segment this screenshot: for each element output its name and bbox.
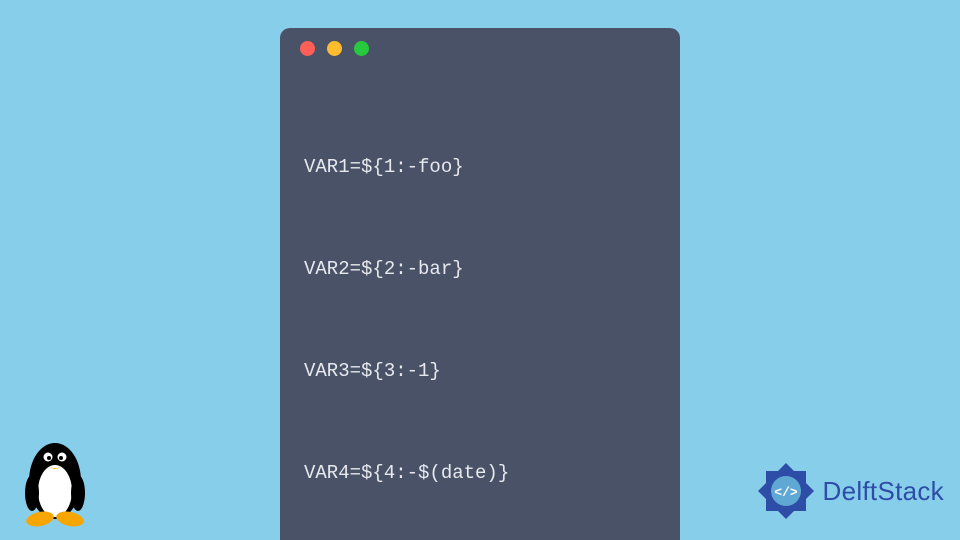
- code-block: VAR1=${1:-foo} VAR2=${2:-bar} VAR3=${3:-…: [280, 68, 680, 540]
- minimize-icon: [327, 41, 342, 56]
- code-line: VAR3=${3:-1}: [304, 354, 656, 388]
- close-icon: [300, 41, 315, 56]
- svg-text:</>: </>: [774, 485, 798, 500]
- code-line: VAR2=${2:-bar}: [304, 252, 656, 286]
- code-line: VAR1=${1:-foo}: [304, 150, 656, 184]
- tux-penguin-icon: [18, 433, 93, 528]
- brand-name: DelftStack: [823, 476, 945, 507]
- window-titlebar: [280, 28, 680, 68]
- brand-logo: </> DelftStack: [755, 460, 945, 522]
- delftstack-icon: </>: [755, 460, 817, 522]
- code-window: VAR1=${1:-foo} VAR2=${2:-bar} VAR3=${3:-…: [280, 28, 680, 540]
- maximize-icon: [354, 41, 369, 56]
- code-line: VAR4=${4:-$(date)}: [304, 456, 656, 490]
